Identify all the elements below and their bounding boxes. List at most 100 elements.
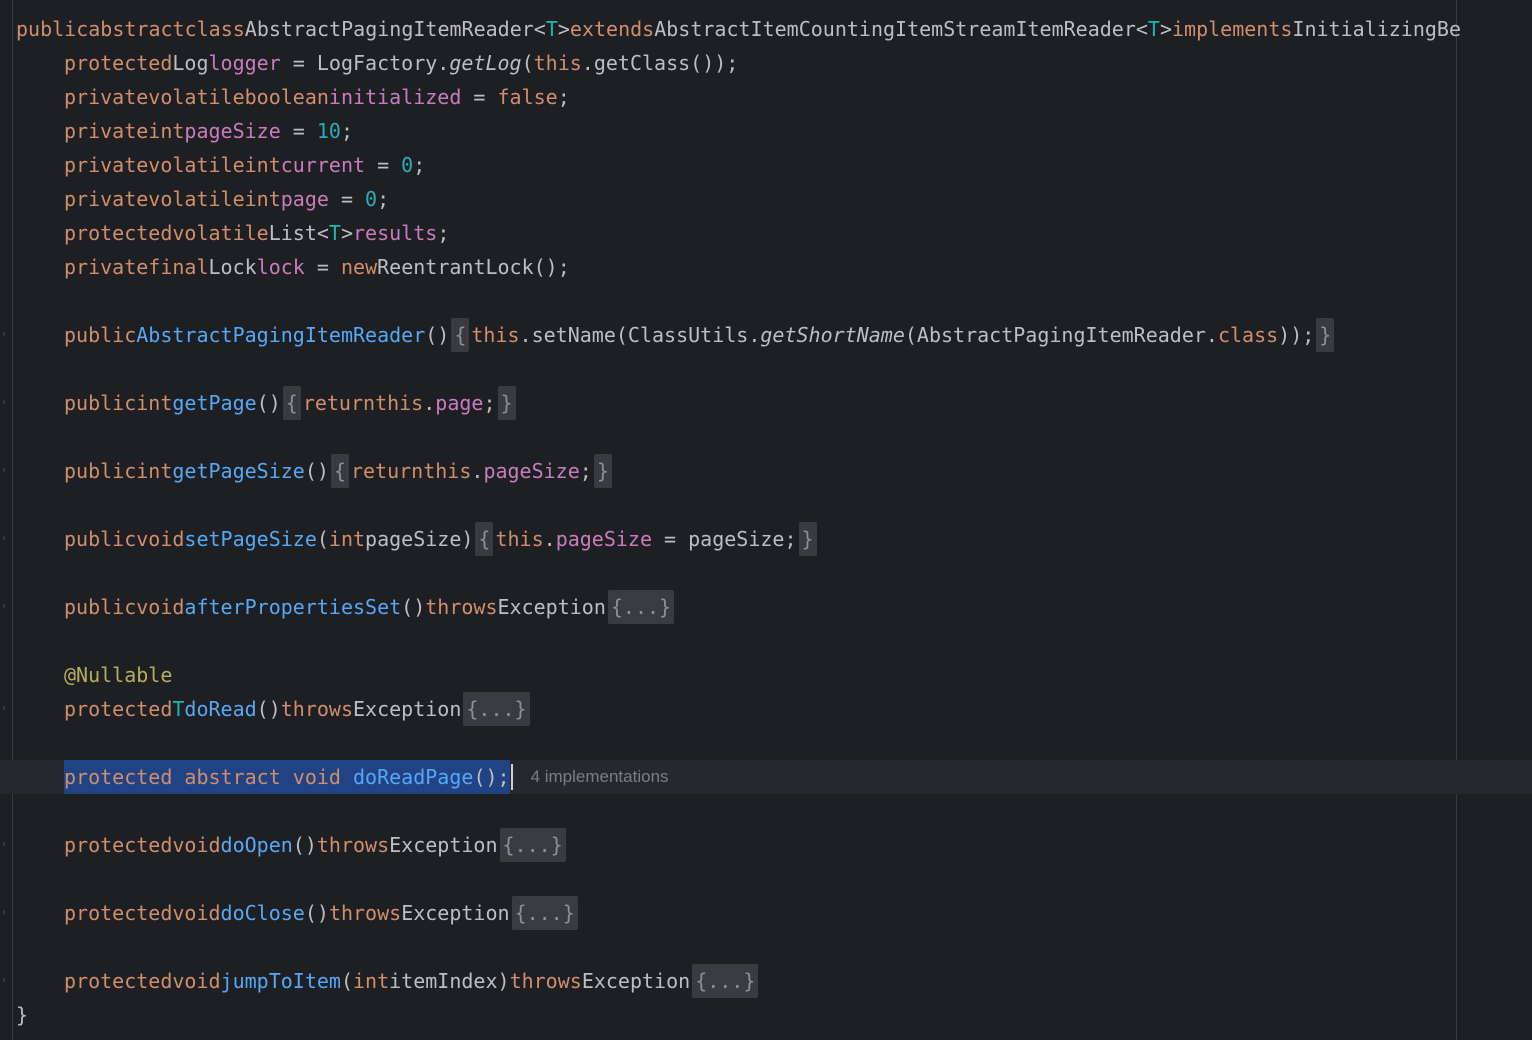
type-parameter: T: [545, 17, 558, 41]
punctuation: .: [543, 527, 556, 551]
method-do-open-line[interactable]: protected void doOpen() throws Exception…: [64, 828, 568, 862]
field-initialized-line[interactable]: private volatile boolean initialized = f…: [64, 80, 570, 114]
field-name: page: [280, 187, 329, 211]
generic-open: <: [1135, 17, 1148, 41]
field-name: pageSize: [555, 527, 653, 551]
keyword: protected: [64, 901, 173, 925]
folded-block[interactable]: {...}: [463, 692, 530, 726]
folded-block[interactable]: {...}: [607, 590, 675, 624]
method-do-read-line[interactable]: protected T doRead() throws Exception {.…: [64, 692, 532, 726]
constructor-line[interactable]: public AbstractPagingItemReader(){this .s…: [64, 318, 1336, 352]
method-name: doRead: [184, 697, 257, 721]
folded-brace[interactable]: }: [798, 522, 817, 556]
method-do-close-line[interactable]: protected void doClose() throws Exceptio…: [64, 896, 580, 930]
keyword: class: [184, 17, 245, 41]
punctuation: ();: [473, 765, 510, 789]
method-do-read-page-line[interactable]: protected abstract void doReadPage(); 4 i…: [0, 760, 1532, 794]
keyword: int: [244, 153, 281, 177]
punctuation: ;: [437, 221, 450, 245]
fold-toggle-icon[interactable]: ›: [0, 828, 8, 862]
fold-toggle-icon[interactable]: ›: [0, 522, 8, 556]
fold-toggle-icon[interactable]: ›: [0, 318, 8, 352]
folded-brace[interactable]: {: [330, 454, 349, 488]
punctuation: ;: [579, 459, 592, 483]
indent-guide: [12, 0, 13, 1040]
field-name: initialized: [328, 85, 462, 109]
type-name: List: [268, 221, 317, 245]
fold-toggle-icon[interactable]: ›: [0, 386, 8, 420]
operator: =: [304, 255, 341, 279]
method-get-page-line[interactable]: public int getPage(){return this. page;}: [64, 386, 518, 420]
folded-block[interactable]: {...}: [692, 964, 759, 998]
folded-brace[interactable]: }: [593, 454, 612, 488]
annotation: @Nullable: [64, 663, 173, 687]
fold-toggle-icon[interactable]: ›: [0, 896, 8, 930]
fold-toggle-icon[interactable]: ›: [0, 590, 8, 624]
punctuation: (: [340, 969, 354, 993]
keyword: public: [64, 323, 137, 347]
keyword: void: [136, 527, 185, 551]
number-literal: 10: [316, 119, 341, 143]
punctuation: (: [521, 51, 534, 75]
type-name: Exception: [353, 697, 462, 721]
fold-toggle-icon[interactable]: ›: [0, 454, 8, 488]
annotation-line[interactable]: @Nullable: [64, 658, 172, 692]
number-literal: 0: [365, 187, 378, 211]
fold-toggle-icon[interactable]: ›: [0, 692, 8, 726]
implementations-hint[interactable]: 4 implementations: [531, 760, 669, 794]
field-lock-line[interactable]: private final Lock lock = new ReentrantL…: [64, 250, 570, 284]
punctuation: (): [256, 697, 281, 721]
code-text: = pageSize;: [652, 527, 797, 551]
punctuation: ;: [483, 391, 496, 415]
field-name: logger: [208, 51, 281, 75]
field-page-size-line[interactable]: private int pageSize = 10;: [64, 114, 353, 148]
method-set-page-size-line[interactable]: public void setPageSize(int pageSize){th…: [64, 522, 819, 556]
code-editor[interactable]: public abstract class AbstractPagingItem…: [0, 0, 1532, 1040]
generic-close: >: [1159, 17, 1172, 41]
keyword: public: [64, 391, 137, 415]
punctuation: ;: [557, 85, 570, 109]
folded-brace[interactable]: }: [497, 386, 516, 420]
keyword: int: [244, 187, 281, 211]
type-parameter: T: [328, 221, 341, 245]
type-parameter: T: [172, 697, 185, 721]
punctuation: (): [304, 459, 329, 483]
keyword: volatile: [148, 153, 245, 177]
punctuation: (): [304, 901, 329, 925]
field-name: current: [280, 153, 366, 177]
keyword: implements: [1172, 17, 1293, 41]
field-page-line[interactable]: private volatile int page = 0;: [64, 182, 389, 216]
method-name: AbstractPagingItemReader: [136, 323, 426, 347]
folded-brace[interactable]: }: [1316, 318, 1335, 352]
interface-name: InitializingBe: [1292, 17, 1461, 41]
folded-brace[interactable]: {: [282, 386, 301, 420]
type-name: Exception: [389, 833, 498, 857]
method-get-page-size-line[interactable]: public int getPageSize(){return this. pag…: [64, 454, 614, 488]
method-after-properties-set-line[interactable]: public void afterPropertiesSet() throws …: [64, 590, 676, 624]
keyword: protected: [64, 221, 173, 245]
method-jump-to-item-line[interactable]: protected void jumpToItem(int itemIndex)…: [64, 964, 760, 998]
punctuation: (): [425, 323, 450, 347]
keyword: int: [148, 119, 185, 143]
method-name: getPageSize: [172, 459, 305, 483]
keyword: void: [172, 833, 221, 857]
fold-toggle-icon[interactable]: ›: [0, 964, 8, 998]
field-results-line[interactable]: protected volatile List < T > results;: [64, 216, 449, 250]
folded-brace[interactable]: {: [451, 318, 470, 352]
keyword: final: [148, 255, 209, 279]
field-logger-line[interactable]: protected Log logger = LogFactory. getLog…: [64, 46, 738, 80]
code-text: (AbstractPagingItemReader.: [904, 323, 1218, 347]
class-closing-brace-line[interactable]: }: [16, 998, 28, 1032]
field-current-line[interactable]: private volatile int current = 0;: [64, 148, 425, 182]
folded-block[interactable]: {...}: [499, 828, 566, 862]
keyword: private: [64, 255, 149, 279]
operator: =: [461, 85, 498, 109]
folded-block[interactable]: {...}: [511, 896, 578, 930]
keyword: int: [353, 969, 390, 993]
folded-brace[interactable]: {: [475, 522, 494, 556]
selection[interactable]: protected abstract void doReadPage();: [64, 760, 510, 794]
punctuation: (: [316, 527, 329, 551]
field-name: pageSize: [483, 459, 580, 483]
class-declaration-line[interactable]: public abstract class AbstractPagingItem…: [16, 12, 1461, 46]
type-name: Log: [172, 51, 209, 75]
